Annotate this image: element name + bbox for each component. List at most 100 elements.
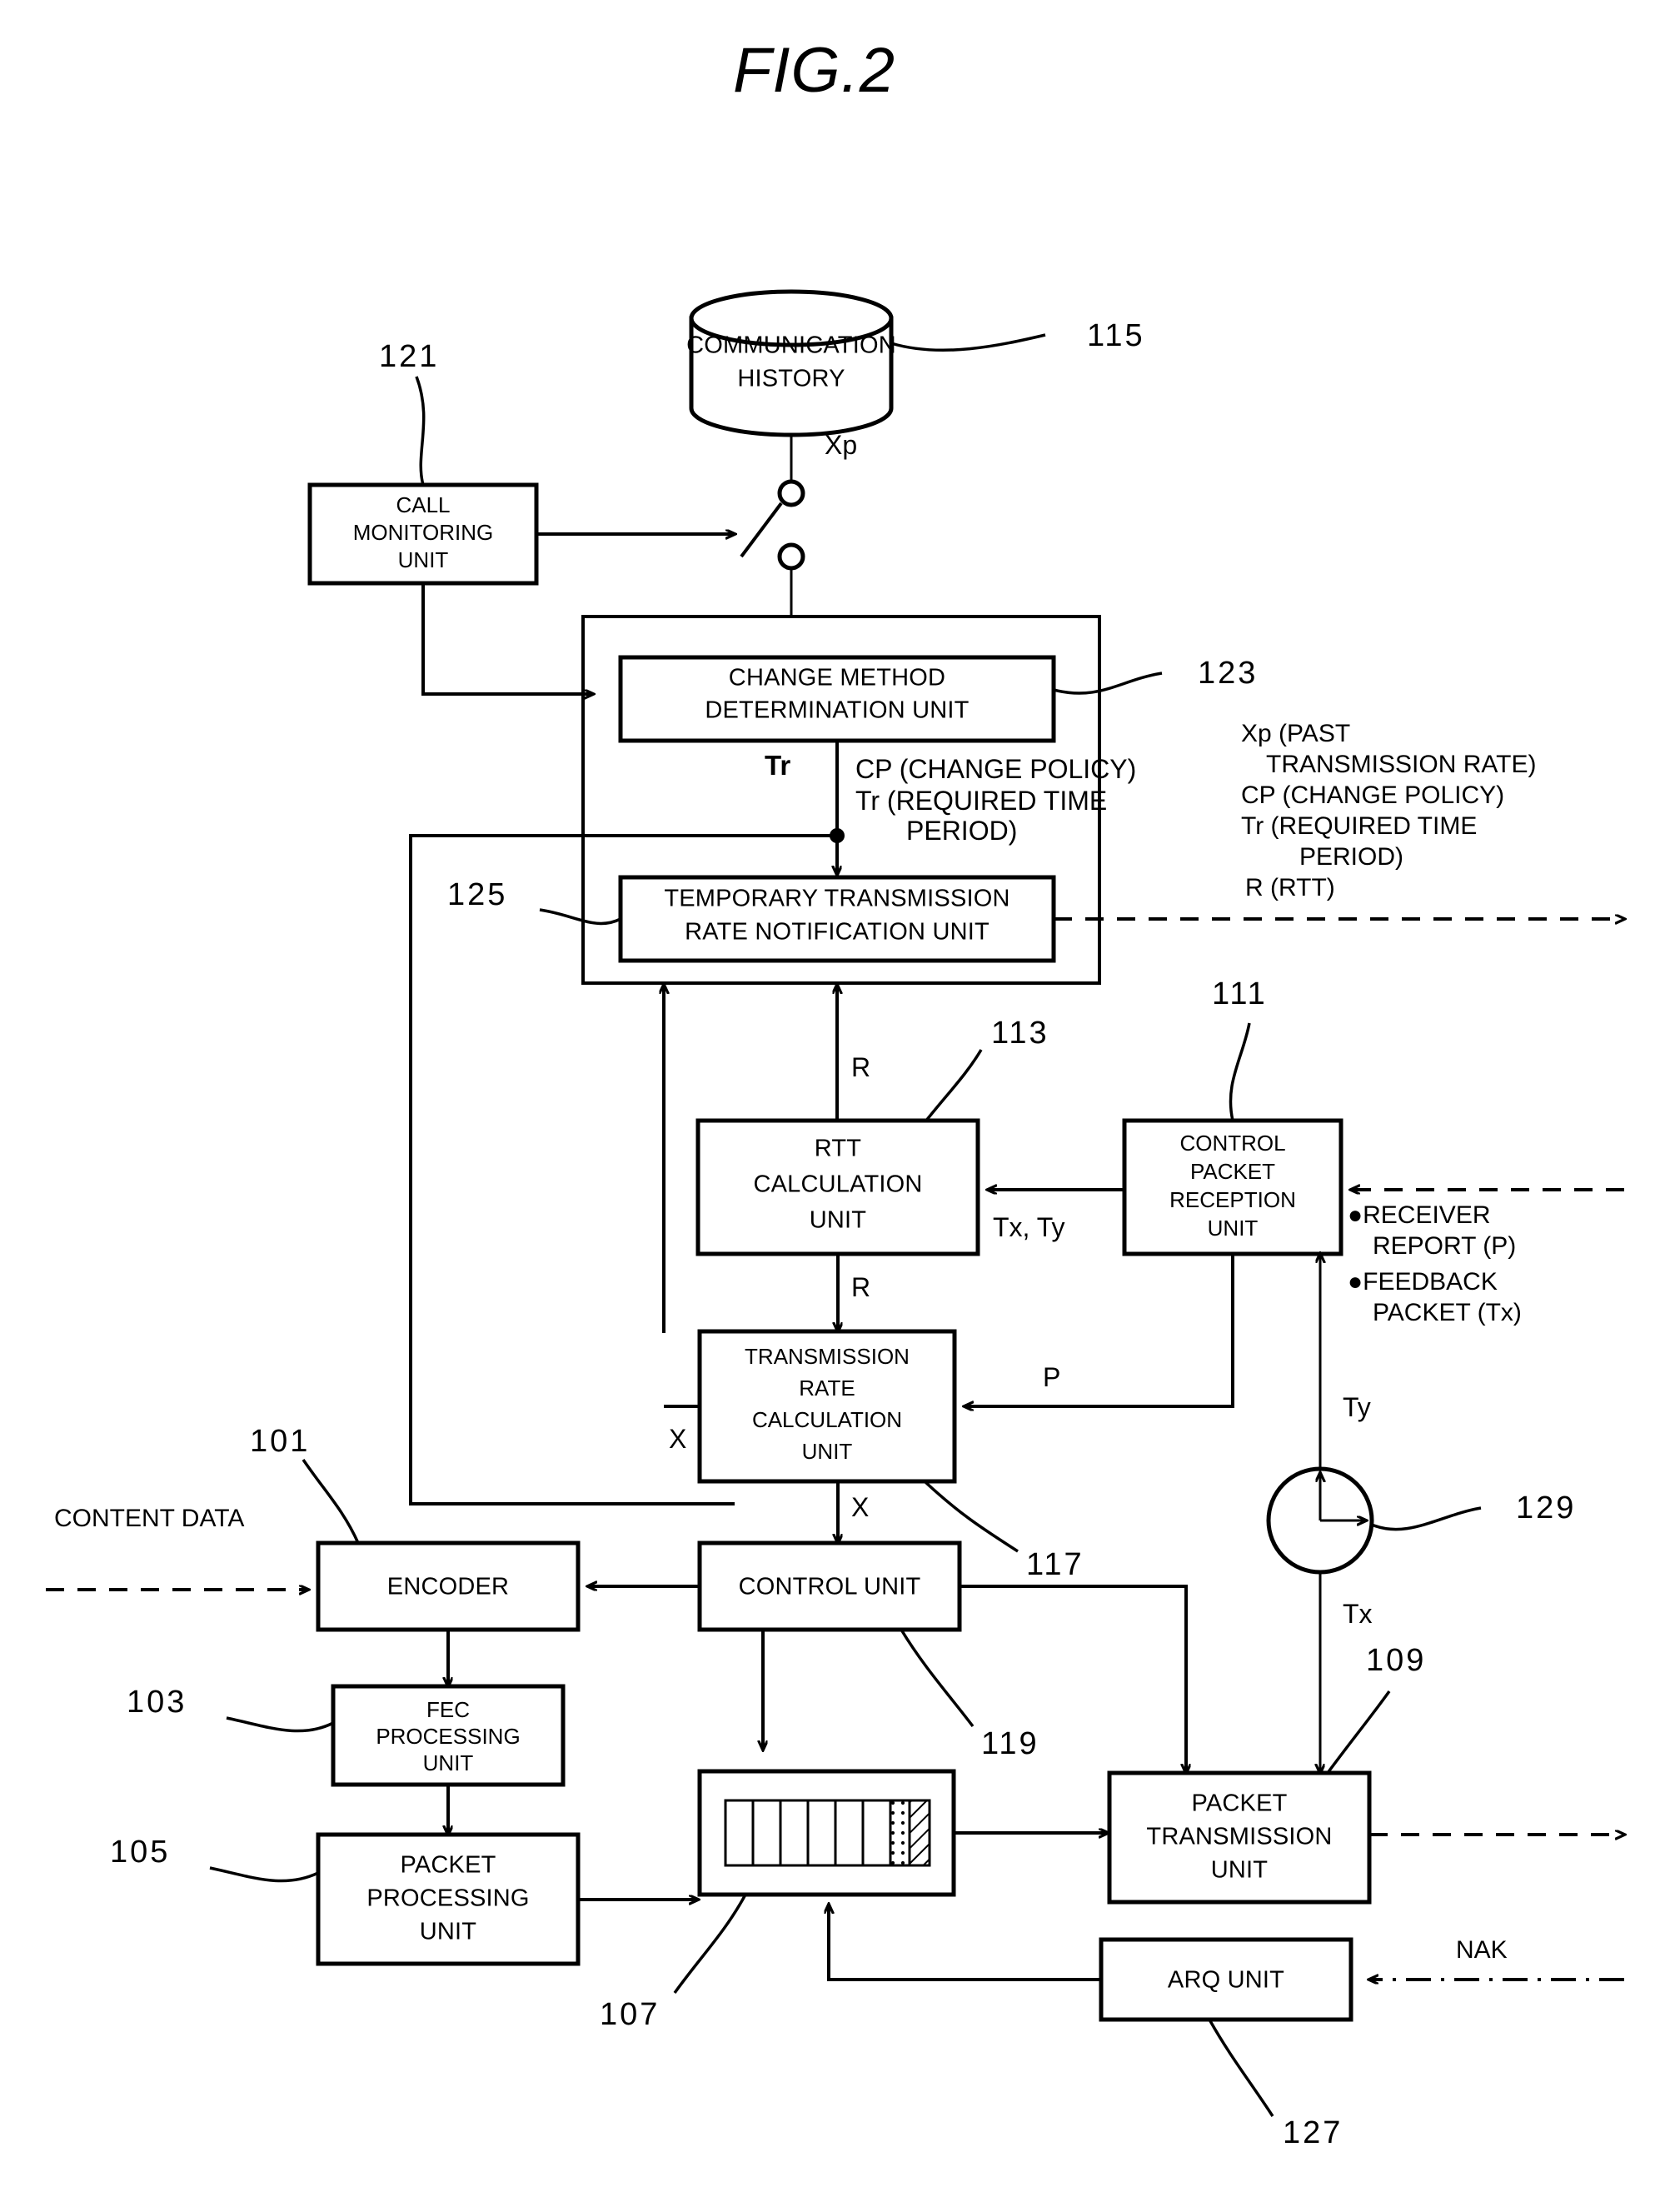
ref-number-121: 121 <box>379 339 439 374</box>
content-data-label: CONTENT DATA <box>54 1505 244 1532</box>
communication-history-label-2: HISTORY <box>737 366 845 392</box>
signal-label-x-left: X <box>669 1424 686 1454</box>
ref-number-127: 127 <box>1283 2115 1343 2150</box>
ctrl-pkt-rx-label-3: RECEPTION <box>1169 1187 1296 1212</box>
fec-processing-unit-block: FEC PROCESSING UNIT <box>331 1684 566 1787</box>
rtt-calc-label-3: UNIT <box>810 1207 867 1234</box>
communication-history-label-1: COMMUNICATION <box>686 332 896 359</box>
control-unit-block: CONTROL UNIT <box>697 1540 962 1632</box>
leader-105 <box>209 1866 319 1883</box>
signal-label-xp: Xp <box>825 430 857 460</box>
signal-label-cp-3: PERIOD) <box>906 816 1017 846</box>
communication-history-datastore: COMMUNICATION HISTORY <box>686 289 896 437</box>
ref-number-119: 119 <box>981 1726 1039 1761</box>
call-monitoring-to-change-method-wire <box>421 583 593 694</box>
signal-label-cp-1: CP (CHANGE POLICY) <box>855 754 1136 784</box>
buffer-cell-dotted <box>889 1799 911 1867</box>
figure-root: FIG.2 COMMUNICATION HISTORY 115 Xp CALL … <box>0 0 1655 2212</box>
reception-bullets-annotation: ●RECEIVER REPORT (P) ●FEEDBACK PACKET (T… <box>1348 1201 1522 1326</box>
leader-103 <box>226 1716 334 1733</box>
annotation-line-4: Tr (REQUIRED TIME <box>1241 812 1477 840</box>
fec-label-2: PROCESSING <box>376 1724 520 1749</box>
nak-label: NAK <box>1456 1936 1508 1964</box>
signal-label-r-upper: R <box>851 1052 870 1082</box>
rtt-calc-label-1: RTT <box>815 1136 862 1162</box>
output-annotation-block: Xp (PAST TRANSMISSION RATE) CP (CHANGE P… <box>1241 720 1536 901</box>
ref-number-109: 109 <box>1366 1643 1426 1678</box>
signal-label-x-lower: X <box>851 1492 869 1522</box>
clock-symbol <box>1266 1466 1374 1575</box>
ref-number-117: 117 <box>1026 1547 1084 1582</box>
ref-number-115: 115 <box>1087 318 1145 353</box>
signal-label-tx: Tx <box>1343 1599 1373 1629</box>
signal-label-tx-ty: Tx, Ty <box>993 1212 1065 1242</box>
leader-127 <box>1208 2019 1274 2117</box>
signal-label-tr: Tr <box>765 750 790 781</box>
fec-label-3: UNIT <box>423 1750 474 1775</box>
ctrl-pkt-rx-label-4: UNIT <box>1208 1216 1259 1241</box>
bullet-1-line-2: REPORT (P) <box>1373 1232 1516 1260</box>
annotation-line-2: TRANSMISSION RATE) <box>1266 751 1536 778</box>
packet-tx-label-1: PACKET <box>1191 1790 1287 1817</box>
change-method-label-2: DETERMINATION UNIT <box>705 697 969 724</box>
packet-proc-label-1: PACKET <box>400 1852 496 1879</box>
annotation-line-6: R (RTT) <box>1245 874 1335 901</box>
ref-number-107: 107 <box>600 1997 660 2032</box>
ctrl-pkt-rx-label-1: CONTROL <box>1179 1131 1285 1156</box>
tx-rate-calc-label-1: TRANSMISSION <box>745 1344 910 1369</box>
tx-rate-calc-label-3: CALCULATION <box>752 1407 902 1432</box>
patent-diagram-svg: FIG.2 COMMUNICATION HISTORY 115 Xp CALL … <box>46 35 1655 2150</box>
rtt-calculation-unit-block: RTT CALCULATION UNIT <box>695 1118 980 1256</box>
ref-number-101: 101 <box>250 1424 310 1459</box>
switch-terminal-bottom <box>777 542 805 571</box>
ref-number-105: 105 <box>110 1835 170 1870</box>
annotation-line-5: PERIOD) <box>1299 843 1403 871</box>
arq-unit-label: ARQ UNIT <box>1168 1967 1284 1994</box>
bullet-2-line-2: PACKET (Tx) <box>1373 1299 1522 1326</box>
switch-terminal-top <box>777 479 805 507</box>
packet-transmission-unit-block: PACKET TRANSMISSION UNIT <box>1107 1770 1372 1905</box>
arq-to-buffer-wire <box>829 1905 1101 1981</box>
encoder-block: ENCODER <box>316 1540 581 1632</box>
leader-125 <box>539 908 621 926</box>
leader-117 <box>923 1480 1019 1553</box>
tx-rate-calc-label-2: RATE <box>799 1376 855 1401</box>
annotation-line-3: CP (CHANGE POLICY) <box>1241 781 1504 809</box>
leader-113 <box>925 1049 983 1122</box>
leader-111 <box>1229 1022 1251 1121</box>
signal-label-cp-2: Tr (REQUIRED TIME <box>855 786 1107 816</box>
buffer-cell-hatched <box>908 1799 931 1867</box>
transmission-rate-calculation-unit-block: TRANSMISSION RATE CALCULATION UNIT <box>697 1329 957 1484</box>
temp-rate-label-2: RATE NOTIFICATION UNIT <box>685 919 990 946</box>
leader-129 <box>1371 1506 1482 1531</box>
signal-label-p: P <box>1043 1362 1060 1392</box>
p-wire <box>965 1254 1234 1406</box>
call-monitoring-label-2: MONITORING <box>353 520 494 545</box>
packet-proc-label-2: PROCESSING <box>366 1885 529 1912</box>
ref-number-111: 111 <box>1212 976 1268 1011</box>
leader-123 <box>1053 672 1163 695</box>
temp-rate-label-1: TEMPORARY TRANSMISSION <box>664 886 1009 912</box>
call-monitoring-label-3: UNIT <box>398 547 449 572</box>
arq-unit-block: ARQ UNIT <box>1099 1937 1353 2022</box>
call-monitoring-label-1: CALL <box>396 492 450 517</box>
figure-title: FIG.2 <box>733 35 895 106</box>
ref-number-113: 113 <box>991 1016 1049 1051</box>
leader-115 <box>890 333 1046 352</box>
signal-label-ty: Ty <box>1343 1392 1371 1422</box>
packet-buffer <box>697 1769 956 1897</box>
signal-label-r-lower: R <box>851 1272 870 1302</box>
call-monitoring-unit-block: CALL MONITORING UNIT <box>307 482 539 586</box>
change-method-determination-unit-block: CHANGE METHOD DETERMINATION UNIT <box>618 655 1056 743</box>
leader-119 <box>900 1629 975 1728</box>
ref-number-123: 123 <box>1198 656 1258 691</box>
tx-rate-calc-label-4: UNIT <box>802 1439 853 1464</box>
packet-processing-unit-block: PACKET PROCESSING UNIT <box>316 1832 581 1966</box>
change-method-label-1: CHANGE METHOD <box>729 665 945 692</box>
switch-blade <box>740 502 783 558</box>
packet-tx-label-2: TRANSMISSION <box>1146 1824 1332 1850</box>
fec-label-1: FEC <box>426 1697 470 1722</box>
ref-number-125: 125 <box>447 877 507 912</box>
annotation-line-1: Xp (PAST <box>1241 720 1350 747</box>
bullet-1-line-1: ●RECEIVER <box>1348 1201 1491 1229</box>
